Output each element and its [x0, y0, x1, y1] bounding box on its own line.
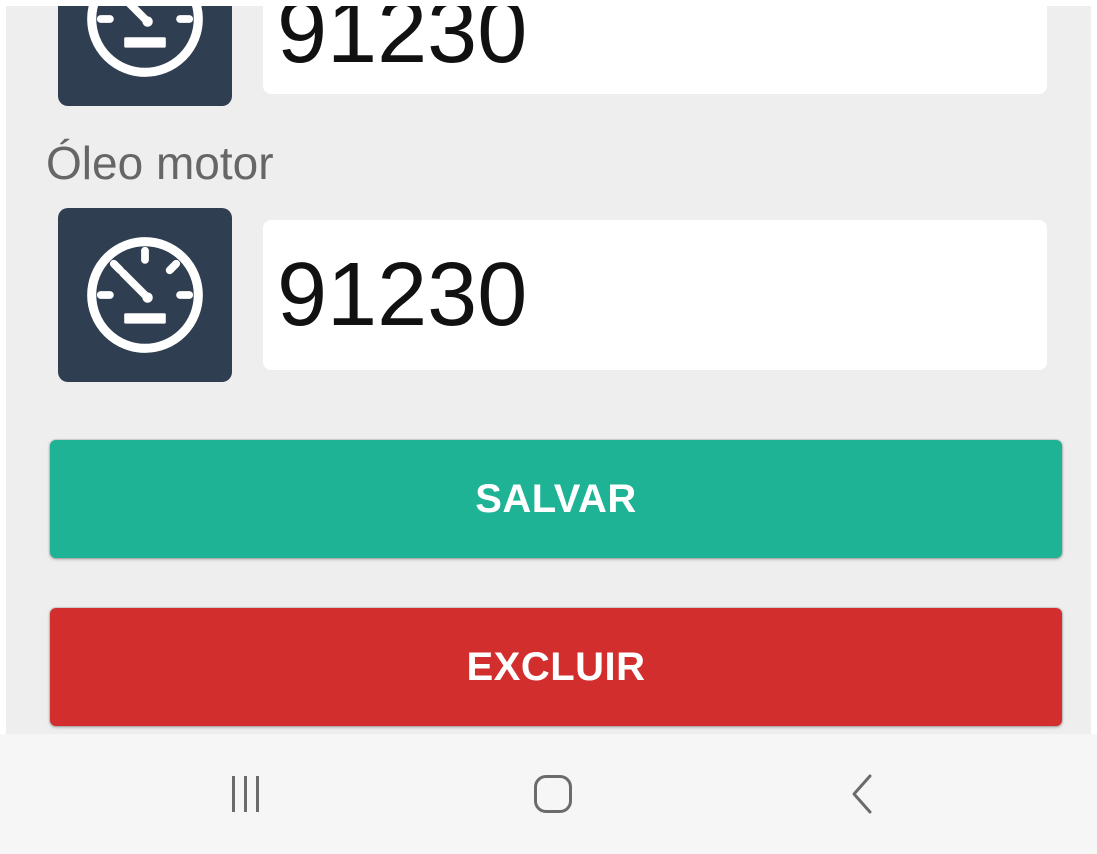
navigation-bar — [0, 734, 1097, 854]
oil-motor-icon-tile — [58, 208, 232, 382]
save-button-label: SALVAR — [475, 476, 637, 521]
home-button[interactable] — [493, 734, 613, 854]
odometer-value-1: 91230 — [277, 6, 528, 82]
delete-button[interactable]: EXCLUIR — [50, 608, 1062, 726]
oil-motor-field[interactable]: 91230 — [263, 220, 1047, 370]
speedometer-icon — [87, 237, 203, 353]
odometer-field-1[interactable]: 91230 — [263, 6, 1047, 94]
oil-motor-value: 91230 — [277, 245, 528, 345]
oil-motor-label: Óleo motor — [46, 137, 274, 189]
speedometer-icon — [87, 6, 203, 77]
odometer-icon-tile — [58, 6, 232, 106]
home-icon — [534, 775, 572, 813]
recents-icon — [231, 776, 259, 812]
save-button[interactable]: SALVAR — [50, 440, 1062, 558]
delete-button-label: EXCLUIR — [466, 644, 646, 689]
back-icon — [852, 774, 872, 814]
recents-button[interactable] — [185, 734, 305, 854]
back-button[interactable] — [803, 734, 923, 854]
app-screen: 91230 Óleo motor 91230 SALVAR EXCLUIR — [0, 0, 1097, 854]
form-scroll-area[interactable]: 91230 Óleo motor 91230 SALVAR EXCLUIR — [6, 6, 1091, 734]
